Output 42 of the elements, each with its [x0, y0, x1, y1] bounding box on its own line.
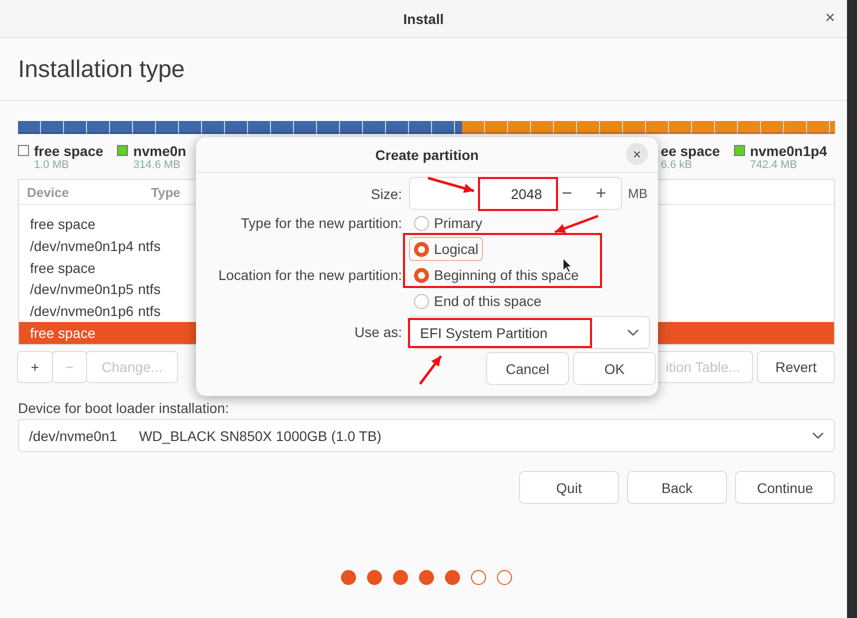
- chevron-down-icon: [627, 328, 639, 336]
- window-title: Install: [403, 10, 444, 26]
- column-header: Type: [151, 184, 182, 200]
- radio-option[interactable]: Primary: [409, 211, 488, 235]
- annotation-arrow: [419, 355, 442, 385]
- size-spin-field[interactable]: 2048 − +: [409, 177, 622, 210]
- legend-label: free space: [34, 143, 104, 159]
- increase-button[interactable]: +: [584, 183, 618, 204]
- nav-button[interactable]: Back: [627, 471, 727, 504]
- use-as-dropdown[interactable]: EFI System Partition: [409, 316, 650, 349]
- cancel-button[interactable]: Cancel: [486, 352, 569, 385]
- legend-size: 6.6 kB: [660, 159, 693, 171]
- unit-label: MB: [628, 186, 648, 201]
- size-label: Size:: [370, 186, 402, 202]
- nav-button[interactable]: Quit: [519, 471, 619, 504]
- legend-size: 1.0 MB: [34, 159, 70, 171]
- close-button[interactable]: ×: [626, 143, 648, 165]
- radio-option[interactable]: End of this space: [409, 289, 546, 313]
- close-button[interactable]: ×: [821, 8, 839, 28]
- chevron-down-icon: [812, 432, 824, 440]
- ok-button[interactable]: OK: [573, 352, 656, 385]
- annotation-arrow: [428, 176, 474, 193]
- boot-loader-dropdown[interactable]: /dev/nvme0n1 WD_BLACK SN850X 1000GB (1.0 TB): [18, 419, 835, 452]
- column-header: Device: [27, 184, 70, 200]
- mouse-cursor-icon: [562, 257, 573, 273]
- legend-size: 742.4 MB: [750, 159, 798, 171]
- decrease-button[interactable]: −: [550, 183, 584, 204]
- legend-size: 314.6 MB: [133, 159, 182, 171]
- annotation-arrow: [554, 214, 598, 234]
- revert-button[interactable]: Revert: [757, 351, 835, 383]
- location-label: Location for the new partition:: [217, 267, 402, 283]
- boot-loader-label: Device for boot loader installation:: [18, 400, 230, 416]
- legend-label: nvme0n: [133, 143, 186, 159]
- use-as-label: Use as:: [354, 324, 402, 340]
- nav-button[interactable]: Continue: [735, 471, 835, 504]
- radio-option[interactable]: Logical: [409, 237, 484, 261]
- legend-label: nvme0n1p4: [750, 143, 827, 159]
- legend-label: ee space: [660, 143, 720, 159]
- add-button[interactable]: +: [17, 351, 53, 383]
- type-label: Type for the new partition:: [240, 215, 402, 231]
- dialog-title: Create partition: [375, 146, 479, 162]
- page-heading: Installation type: [0, 38, 847, 101]
